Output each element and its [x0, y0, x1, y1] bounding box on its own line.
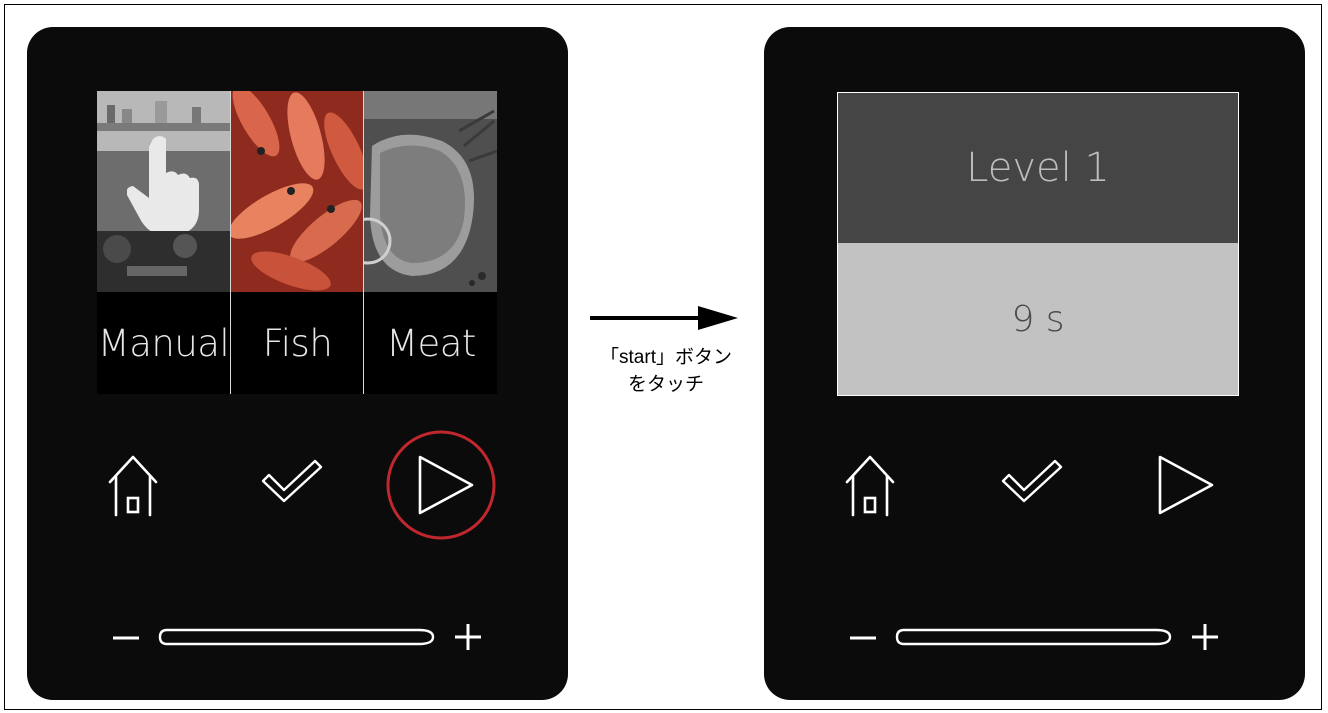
- mode-selection-screen: Manual Fish Meat: [97, 91, 497, 394]
- play-icon[interactable]: [417, 454, 475, 516]
- home-icon[interactable]: [844, 452, 896, 520]
- plus-icon[interactable]: [455, 624, 481, 650]
- level-slider[interactable]: [894, 627, 1174, 647]
- mode-label: Manual: [97, 321, 230, 365]
- minus-icon[interactable]: [113, 635, 139, 641]
- mode-tile-manual[interactable]: Manual: [97, 91, 230, 394]
- mode-label: Fish: [262, 321, 333, 365]
- time-label: 9 s: [838, 243, 1238, 395]
- hand-pointer-icon: [127, 131, 201, 231]
- transition-arrow: [590, 305, 740, 331]
- home-icon[interactable]: [107, 452, 159, 520]
- play-icon[interactable]: [1157, 454, 1215, 516]
- check-icon[interactable]: [260, 459, 324, 503]
- level-screen: Level 1 9 s: [837, 92, 1239, 396]
- level-slider[interactable]: [157, 627, 437, 647]
- mode-tile-meat[interactable]: Meat: [363, 91, 497, 394]
- caption-line: をタッチ: [627, 374, 704, 395]
- mode-tile-fish[interactable]: Fish: [230, 91, 364, 394]
- device-panel-before: Manual Fish Meat: [27, 27, 568, 700]
- caption-line: 「start」ボタン: [600, 347, 732, 368]
- fish-photo: [231, 91, 364, 292]
- meat-photo: [364, 91, 497, 292]
- mode-label: Meat: [386, 321, 476, 365]
- minus-icon[interactable]: [850, 635, 876, 641]
- transition-caption: 「start」ボタン をタッチ: [577, 344, 755, 398]
- check-icon[interactable]: [1000, 459, 1064, 503]
- plus-icon[interactable]: [1192, 624, 1218, 650]
- device-panel-after: Level 1 9 s: [764, 27, 1305, 700]
- level-label: Level 1: [838, 93, 1238, 243]
